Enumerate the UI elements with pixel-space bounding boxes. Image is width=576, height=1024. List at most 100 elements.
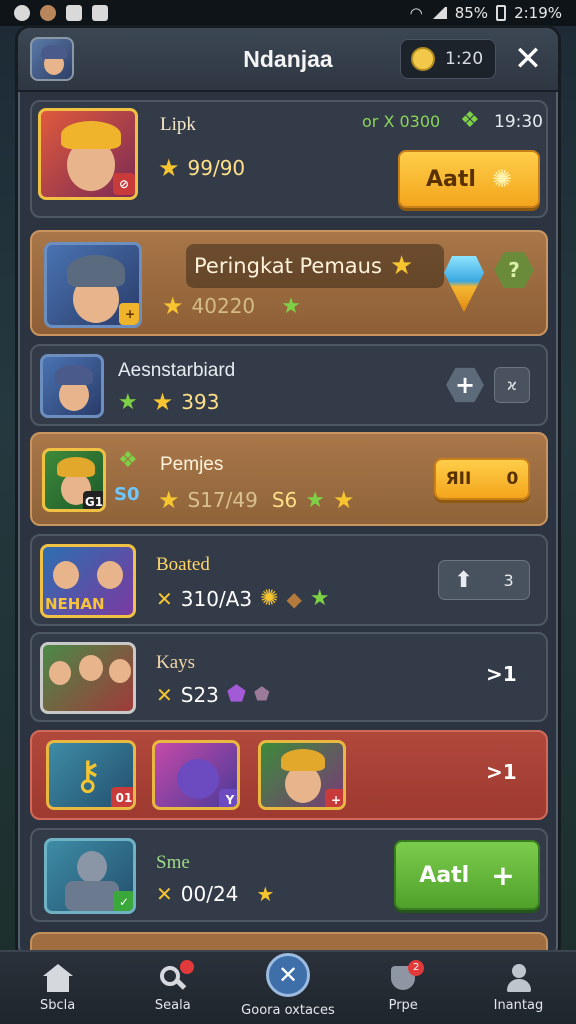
- currency-value: or X 0300: [362, 112, 441, 131]
- score-stat: ★ S17/49 S6 ★ ★: [158, 486, 355, 514]
- list-item-highlighted: + Peringkat Pemaus ★ ★ 40220 ★ ?: [30, 230, 548, 336]
- score-value: S23: [180, 682, 219, 707]
- nav-item-settings[interactable]: Inantag: [461, 952, 576, 1024]
- leaf-icon: ❖: [118, 448, 138, 473]
- list-item: ✓ Sme ✕ 00/24 ★ Aatl +: [30, 828, 548, 922]
- wood-icon: ◆: [286, 586, 302, 611]
- nav-label: Inantag: [493, 997, 544, 1013]
- action-button[interactable]: ЯII 0: [434, 458, 530, 500]
- nav-label: Goora oxtaces: [241, 1002, 335, 1018]
- team-portrait: NEHAN: [40, 544, 136, 618]
- nav-label: Prpe: [388, 997, 418, 1013]
- team-portrait: [40, 642, 136, 714]
- notification-dot: [179, 959, 194, 974]
- score-stat: ★ 99/90: [158, 154, 245, 182]
- score-value: 00/24: [180, 882, 239, 906]
- list-item-highlighted: G1 S0 ❖ Pemjes ★ S17/49 S6 ★ ★ ЯII 0: [30, 432, 548, 526]
- hero-reward: +: [258, 740, 346, 810]
- hero-name: Aesnstarbiard: [118, 360, 236, 381]
- green-star-icon: ★: [281, 293, 301, 319]
- nav-item-search[interactable]: Seala: [115, 952, 230, 1024]
- notification-badge: 2: [408, 959, 425, 976]
- nav-label: Sbcla: [39, 997, 76, 1013]
- signal-icon: [430, 7, 447, 19]
- expand-button[interactable]: >1: [486, 760, 517, 784]
- close-icon[interactable]: ✕: [510, 41, 546, 77]
- add-button-label: Aatl: [419, 862, 470, 888]
- score-stat: ★ 40220 ★: [162, 292, 301, 320]
- header: Ndanjaa 1:20 ✕: [18, 28, 558, 92]
- add-button[interactable]: Aatl +: [394, 840, 540, 910]
- up-arrow-icon: ⬆: [454, 567, 473, 593]
- green-star-icon: ★: [309, 586, 330, 611]
- star-icon: ★: [162, 292, 184, 320]
- nav-item-social[interactable]: Sbcla: [0, 952, 115, 1024]
- robot-portrait: ✓: [44, 838, 136, 914]
- bottom-nav: Sbcla Seala ✕ Goora oxtaces 2 Prpe Inant…: [0, 950, 576, 1024]
- timer-box: 1:20: [400, 39, 496, 79]
- hero-name: Sme: [156, 852, 190, 873]
- purple-gem-icon: ⬟: [226, 682, 247, 707]
- score-stat: ✕ 00/24 ★: [156, 882, 274, 906]
- upgrade-value: 3: [503, 570, 514, 590]
- add-icon[interactable]: +: [446, 367, 484, 403]
- key-icon: ⚷: [73, 753, 103, 799]
- player-avatar[interactable]: [30, 37, 74, 81]
- cookie-icon: [40, 5, 56, 21]
- count-badge: 01: [111, 787, 133, 807]
- plus-icon: +: [491, 858, 515, 892]
- gem-icon: [444, 256, 484, 312]
- time-value: 19:30: [494, 112, 543, 132]
- team-banner: NEHAN: [45, 595, 105, 613]
- plus-badge-icon: +: [325, 789, 343, 807]
- battle-icon: ✕: [266, 952, 310, 997]
- ore-icon: ⬟: [254, 684, 270, 705]
- list-item: ⊘ Lipk ★ 99/90 or X 0300 ❖ 19:30 Aatl ✺: [30, 100, 548, 218]
- expand-button[interactable]: >1: [486, 662, 517, 686]
- swords-icon: ✕: [156, 882, 173, 906]
- extra-value: S6: [271, 488, 298, 512]
- list-item: Aesnstarbiard ★ ★ 393 + ϰ: [30, 344, 548, 426]
- app-notification-icon: [14, 5, 30, 21]
- list-item: Kays ✕ S23 ⬟ ⬟ >1: [30, 632, 548, 722]
- upgrade-button[interactable]: ⬆ 3: [438, 560, 530, 600]
- hex-badge[interactable]: ?: [494, 252, 534, 288]
- hero-name: Lipk: [160, 114, 196, 135]
- star-icon: ★: [256, 882, 275, 906]
- score-value: 310/A3: [180, 586, 253, 611]
- list-item-partial: [30, 932, 548, 952]
- gallery-icon: [92, 5, 108, 21]
- hero-name: Kays: [156, 652, 196, 673]
- wifi-icon: ◠: [409, 4, 423, 22]
- battery-icon: [496, 5, 507, 21]
- emblem-icon: ⊘: [113, 173, 135, 195]
- clock-time: 2:19%: [514, 4, 562, 22]
- score-value: S17/49: [187, 488, 258, 512]
- hero-name: Boated: [156, 554, 210, 575]
- add-button[interactable]: Aatl ✺: [398, 150, 540, 208]
- add-button-label: Aatl: [425, 166, 476, 192]
- star-icon: ★: [158, 154, 180, 182]
- hero-portrait: [40, 354, 104, 418]
- score-stat: ✕ S23 ⬟ ⬟: [156, 682, 270, 707]
- shield-icon: 2: [388, 959, 425, 992]
- check-badge-icon: ✓: [113, 891, 133, 911]
- rank-button[interactable]: ϰ: [494, 367, 530, 403]
- hero-portrait: +: [44, 242, 142, 328]
- nav-item-profile[interactable]: 2 Prpe: [346, 952, 461, 1024]
- rare-badge-icon: Y: [219, 789, 237, 807]
- nav-item-center[interactable]: ✕ Goora oxtaces: [230, 952, 345, 1024]
- monster-reward: Y: [152, 740, 240, 810]
- user-icon: [503, 963, 533, 992]
- level-badge: G1: [83, 491, 103, 509]
- swords-icon: ✕: [156, 682, 173, 707]
- search-icon: [158, 959, 194, 992]
- status-bar: ◠ 85% 2:19%: [0, 0, 576, 26]
- star-icon: ★: [158, 486, 180, 514]
- star-icon: ★: [151, 388, 174, 416]
- home-icon: [42, 963, 73, 992]
- clock-icon: [411, 47, 435, 71]
- nav-label: Seala: [154, 997, 191, 1013]
- bonus-badge: S0: [114, 484, 140, 505]
- action-button-right: 0: [506, 469, 519, 489]
